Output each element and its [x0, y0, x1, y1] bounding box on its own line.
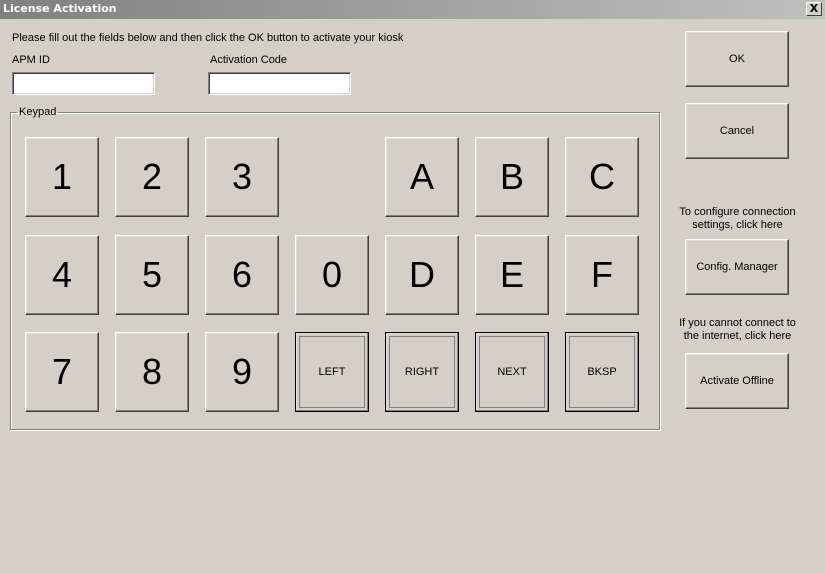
- left-button[interactable]: LEFT: [295, 332, 369, 412]
- instructions-text: Please fill out the fields below and the…: [12, 32, 404, 44]
- next-button-label: NEXT: [479, 336, 545, 408]
- left-button-label: LEFT: [299, 336, 365, 408]
- right-button-label: RIGHT: [389, 336, 455, 408]
- key-2-button[interactable]: 2: [115, 137, 189, 217]
- cancel-button[interactable]: Cancel: [685, 103, 789, 159]
- close-button[interactable]: X: [806, 2, 822, 16]
- key-d-button[interactable]: D: [385, 235, 459, 315]
- keypad-legend: Keypad: [19, 106, 57, 118]
- window-title: License Activation: [3, 2, 117, 15]
- key-3-button[interactable]: 3: [205, 137, 279, 217]
- ok-button[interactable]: OK: [685, 31, 789, 87]
- right-button[interactable]: RIGHT: [385, 332, 459, 412]
- config-note-line1: To configure connection: [679, 206, 796, 218]
- apm-id-label: APM ID: [12, 54, 50, 66]
- activate-offline-button[interactable]: Activate Offline: [685, 353, 789, 409]
- key-4-button[interactable]: 4: [25, 235, 99, 315]
- key-b-button[interactable]: B: [475, 137, 549, 217]
- key-5-button[interactable]: 5: [115, 235, 189, 315]
- offline-note-line1: If you cannot connect to: [679, 317, 796, 329]
- config-note-line2: settings, click here: [692, 219, 783, 231]
- key-0-button[interactable]: 0: [295, 235, 369, 315]
- activation-code-label: Activation Code: [210, 54, 288, 66]
- key-f-button[interactable]: F: [565, 235, 639, 315]
- key-a-button[interactable]: A: [385, 137, 459, 217]
- key-e-button[interactable]: E: [475, 235, 549, 315]
- key-c-button[interactable]: C: [565, 137, 639, 217]
- key-8-button[interactable]: 8: [115, 332, 189, 412]
- apm-id-input[interactable]: [12, 72, 155, 95]
- title-bar: License Activation X: [0, 0, 825, 19]
- key-1-button[interactable]: 1: [25, 137, 99, 217]
- activation-code-input[interactable]: [208, 72, 351, 95]
- key-7-button[interactable]: 7: [25, 332, 99, 412]
- config-manager-button[interactable]: Config. Manager: [685, 239, 789, 295]
- next-button[interactable]: NEXT: [475, 332, 549, 412]
- key-6-button[interactable]: 6: [205, 235, 279, 315]
- backspace-button-label: BKSP: [569, 336, 635, 408]
- offline-note-line2: the internet, click here: [683, 330, 792, 342]
- key-9-button[interactable]: 9: [205, 332, 279, 412]
- backspace-button[interactable]: BKSP: [565, 332, 639, 412]
